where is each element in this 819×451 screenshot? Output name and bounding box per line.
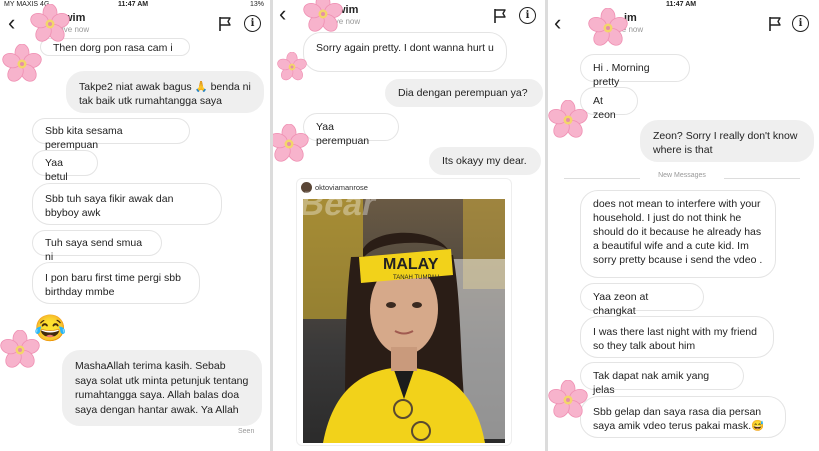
info-icon[interactable]: i [792,15,809,32]
flower-sticker-icon [588,8,628,48]
message-me: Zeon? Sorry I really don't know where is… [640,120,814,162]
post-photo: MALAY TANAH TUMPAH [303,199,505,443]
message-them: does not mean to interfere with your hou… [580,190,776,278]
flower-sticker-icon [303,0,343,34]
flower-sticker-icon [273,124,309,164]
flower-sticker-icon [2,44,42,84]
message-them: I was there last night with my friend so… [580,316,774,358]
headband-subtext: TANAH TUMPAH [393,275,439,281]
status-time: 11:47 AM [666,1,697,8]
message-them: I pon baru first time pergi sbb birthday… [32,262,200,304]
watermark-text: Bear [296,185,380,223]
message-me: Takpe2 niat awak bagus 🙏 benda ni tak ba… [66,71,264,113]
flag-icon[interactable] [493,8,507,24]
info-icon[interactable]: i [519,7,536,24]
message-me: Its okayy my dear. [429,147,541,175]
message-them: Tak dapat nak amik yang jelas [580,362,744,396]
message-them: Hi . Morning pretty [580,54,690,88]
info-icon[interactable]: i [244,15,261,32]
flower-sticker-icon [0,330,40,370]
message-them: Sbb tuh saya fikir awak dan bbyboy awk [32,183,222,225]
message-them: At zeon [580,87,638,121]
chat-panel-1: MY MAXIS 4G 11:47 AM 13% ‹ wim ive now i… [0,0,270,451]
seen-label: Seen [238,428,255,435]
back-chevron-icon[interactable]: ‹ [279,2,286,26]
back-chevron-icon[interactable]: ‹ [8,11,15,35]
message-them: Sbb gelap dan saya rasa dia persan saya … [580,396,786,438]
status-time: 11:47 AM [118,1,149,8]
message-them: Yaa betul [32,150,98,183]
message-them: Sbb kita sesama perempuan [32,118,190,151]
new-messages-divider: New Messages [564,172,800,184]
battery-text: 13% [249,1,264,8]
back-chevron-icon[interactable]: ‹ [554,11,561,35]
flower-sticker-icon [277,52,307,82]
message-them: Yaa zeon at changkat [580,283,704,317]
flower-sticker-icon [548,100,588,140]
headband-text: MALAY [383,256,439,273]
flower-sticker-icon [30,4,70,44]
message-them: Sorry again pretty. I dont wanna hurt u [303,32,507,72]
flower-sticker-icon [548,380,588,420]
message-me: Dia dengan perempuan ya? [385,79,543,107]
chat-panel-3: 11:47 AM ‹ im ive now i Hi . Morning pre… [548,0,819,451]
message-them: Tuh saya send smua ni [32,230,162,263]
flag-icon[interactable] [218,16,232,32]
flag-icon[interactable] [768,16,782,32]
message-me: MashaAllah terima kasih. Sebab saya sola… [62,350,262,426]
message-them: Yaa perempuan [303,113,399,147]
